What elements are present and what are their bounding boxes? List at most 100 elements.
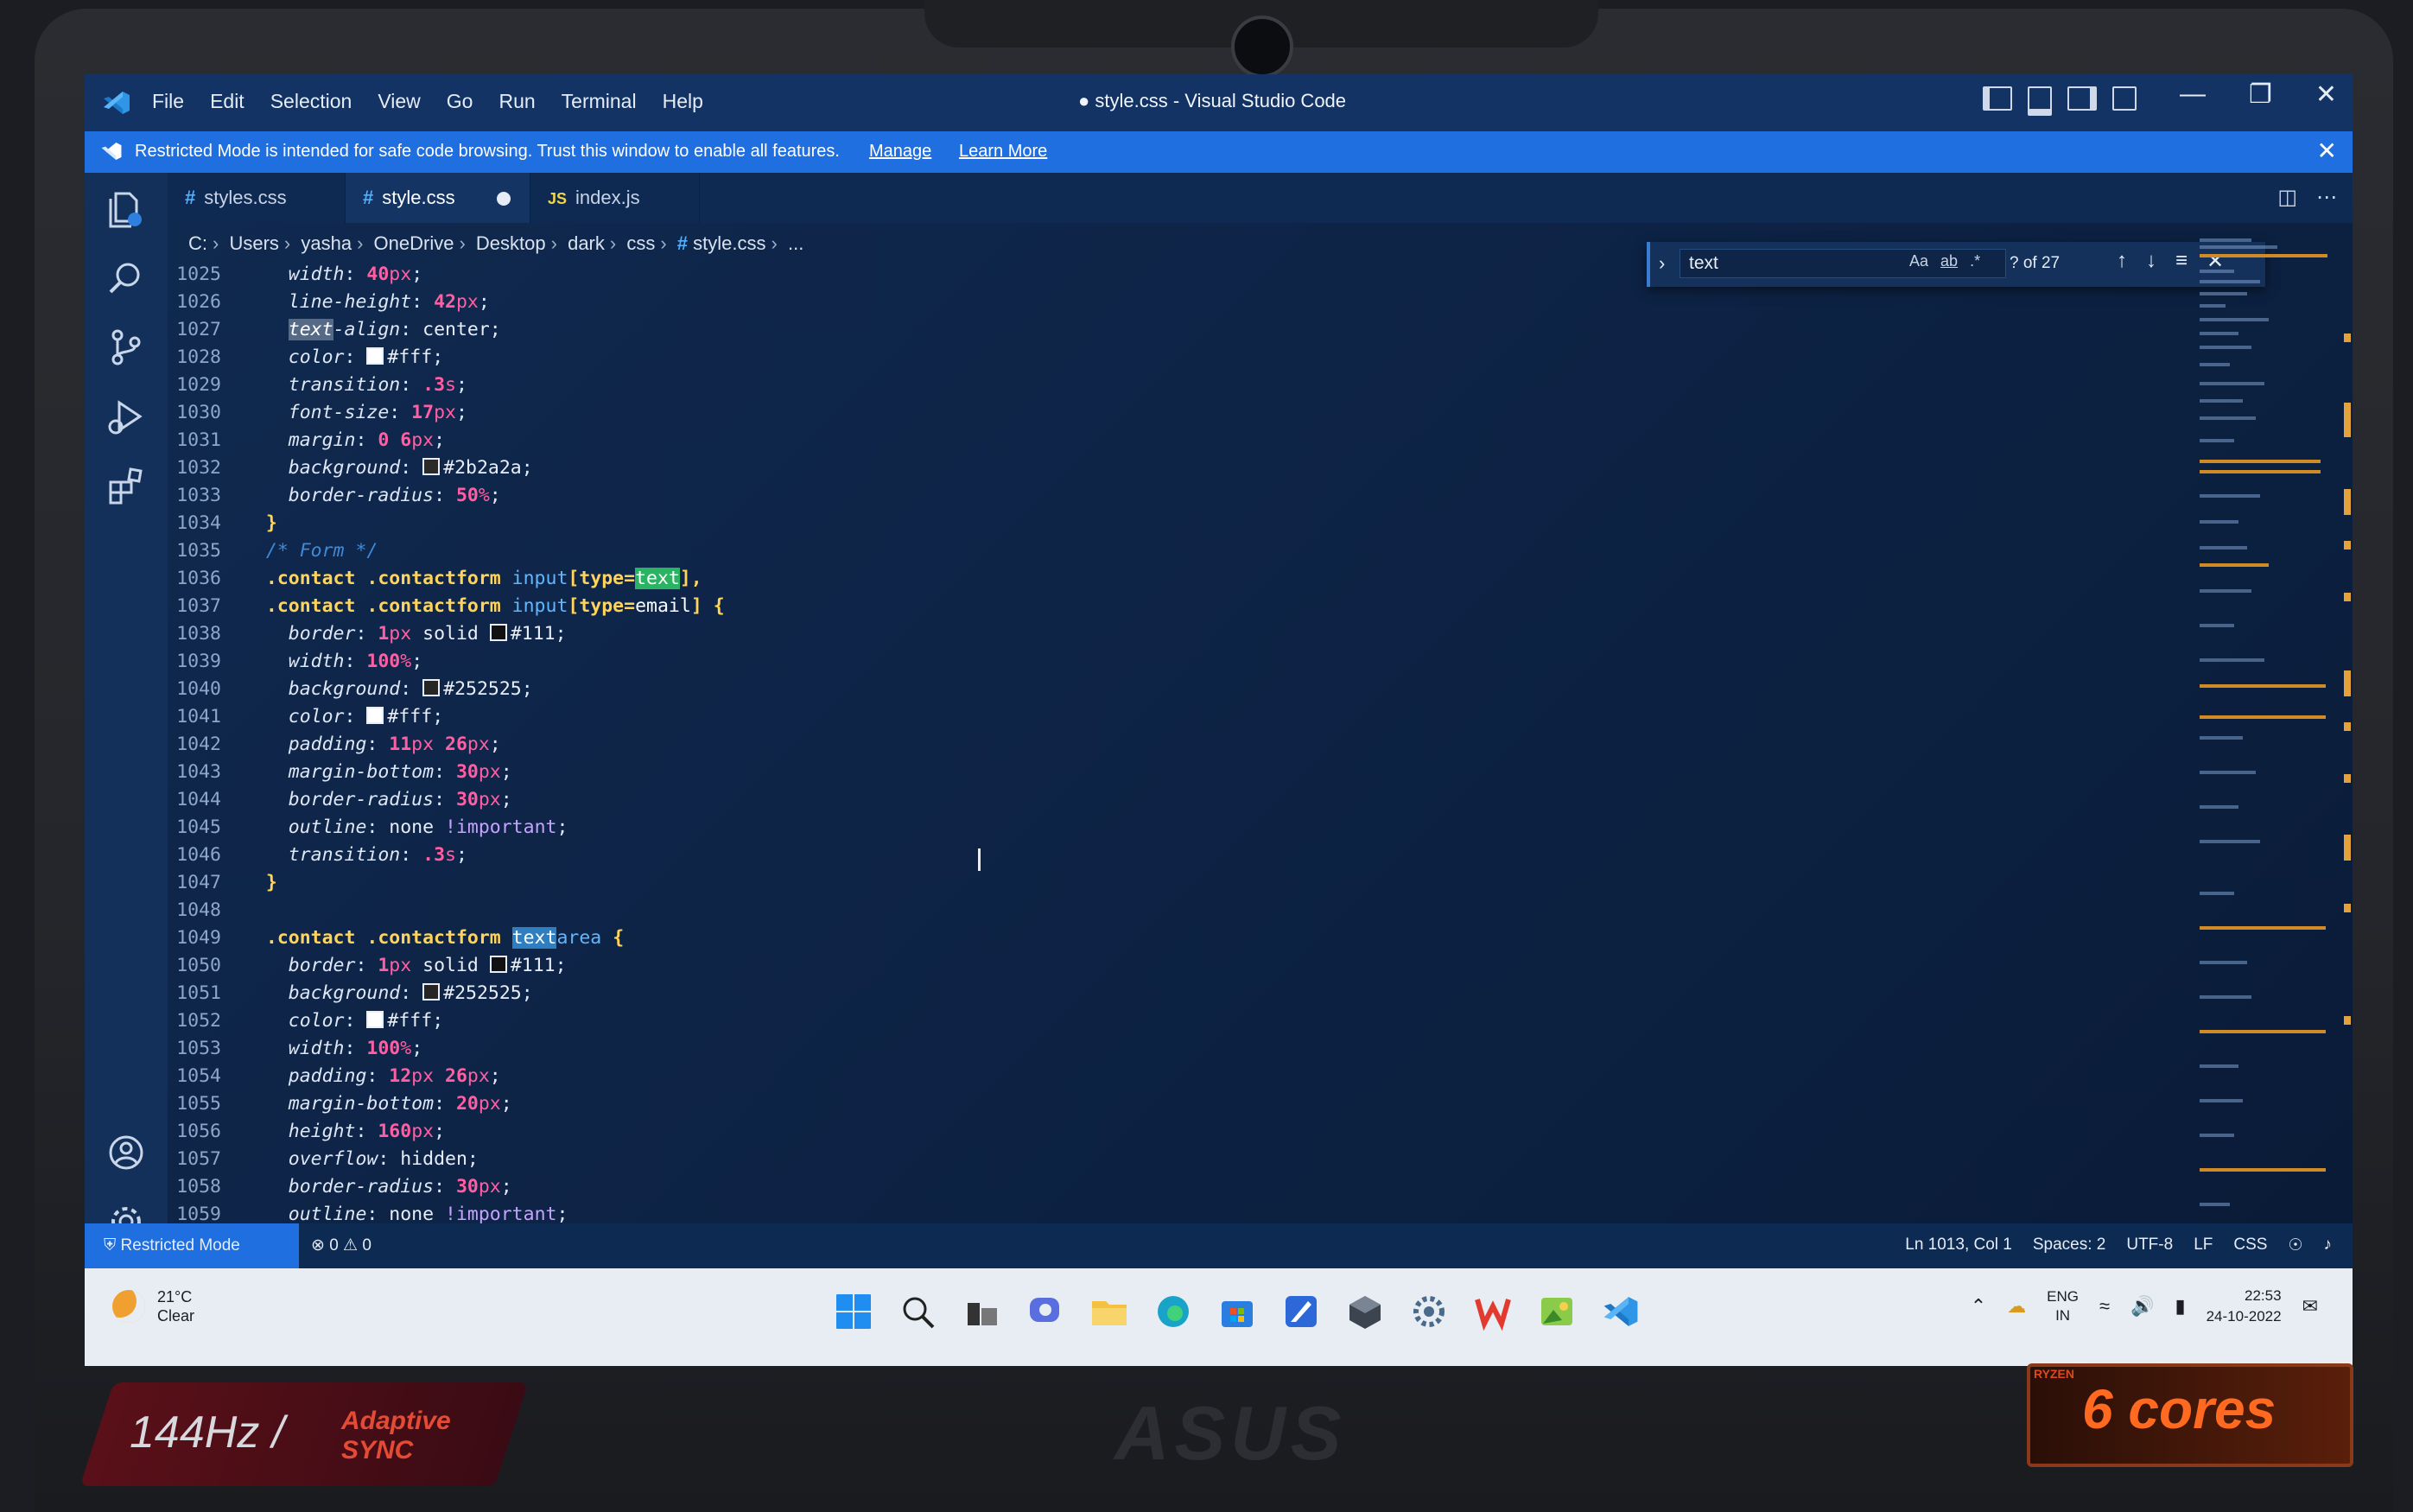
split-editor-icon[interactable]: ◫: [2277, 185, 2297, 209]
code-line[interactable]: 1025 width: 40px;: [168, 261, 422, 289]
clock[interactable]: 22:53 24-10-2022: [2207, 1286, 2282, 1327]
code-line[interactable]: 1028 color: #fff;: [168, 344, 443, 372]
menu-edit[interactable]: Edit: [210, 90, 244, 113]
menu-file[interactable]: File: [152, 90, 184, 113]
breadcrumb-item[interactable]: ...: [788, 232, 803, 254]
app-icon[interactable]: [1282, 1293, 1320, 1331]
problems-indicator[interactable]: ⊗ 0 ⚠ 0: [311, 1236, 371, 1255]
code-line[interactable]: 1032 background: #2b2a2a;: [168, 454, 532, 482]
volume-icon[interactable]: 🔊: [2130, 1295, 2154, 1318]
find-in-selection-icon[interactable]: ≡: [2175, 249, 2188, 274]
accounts-icon[interactable]: [105, 1132, 147, 1173]
code-line[interactable]: 1041 color: #fff;: [168, 703, 443, 731]
toggle-replace-icon[interactable]: ›: [1659, 252, 1665, 275]
breadcrumb-item[interactable]: yasha: [301, 232, 352, 254]
edge-browser-icon[interactable]: [1154, 1293, 1192, 1331]
breadcrumb-item[interactable]: dark: [568, 232, 605, 254]
breadcrumb-item[interactable]: Desktop: [476, 232, 546, 254]
code-line[interactable]: 1054 padding: 12px 26px;: [168, 1063, 501, 1090]
menu-terminal[interactable]: Terminal: [562, 90, 637, 113]
unsaved-dot-icon[interactable]: [497, 192, 511, 206]
wps-office-icon[interactable]: [1474, 1293, 1512, 1331]
code-line[interactable]: 1046 transition: .3s;: [168, 842, 467, 869]
notification-center-icon[interactable]: ✉: [2302, 1295, 2318, 1318]
code-line[interactable]: 1056 height: 160px;: [168, 1118, 445, 1146]
code-line[interactable]: 1039 width: 100%;: [168, 648, 422, 676]
code-line[interactable]: 1033 border-radius: 50%;: [168, 482, 501, 510]
chat-icon[interactable]: [1026, 1293, 1064, 1331]
previous-match-icon[interactable]: ↑: [2117, 249, 2127, 274]
code-editor[interactable]: 1025 width: 40px; 1026 line-height: 42px…: [168, 261, 2155, 1272]
restore-icon[interactable]: ❐: [2249, 79, 2272, 110]
toggle-panel-icon[interactable]: [2028, 86, 2052, 116]
show-hidden-icons-icon[interactable]: ⌃: [1971, 1295, 1986, 1318]
breadcrumb-item[interactable]: OneDrive: [374, 232, 454, 254]
feedback-icon[interactable]: ☉: [2288, 1236, 2302, 1255]
wifi-icon[interactable]: ≈: [2099, 1295, 2110, 1318]
color-swatch[interactable]: [422, 679, 441, 696]
menu-run[interactable]: Run: [498, 90, 535, 113]
learn-more-link[interactable]: Learn More: [959, 142, 1047, 162]
minimap[interactable]: [2200, 235, 2329, 1272]
tab-style-css[interactable]: # style.css: [346, 173, 530, 223]
input-language[interactable]: ENG IN: [2047, 1287, 2079, 1325]
more-actions-icon[interactable]: ⋯: [2316, 185, 2337, 209]
explorer-icon[interactable]: [105, 188, 147, 230]
code-line[interactable]: 1044 border-radius: 30px;: [168, 786, 511, 814]
minimize-icon[interactable]: —: [2180, 79, 2206, 110]
match-case-icon[interactable]: Aa: [1909, 252, 1928, 270]
code-line[interactable]: 1053 width: 100%;: [168, 1035, 422, 1063]
code-line[interactable]: 1049 .contact .contactform textarea {: [168, 924, 624, 952]
code-line[interactable]: 1027 text-align: center;: [168, 316, 501, 344]
encoding[interactable]: UTF-8: [2126, 1236, 2173, 1255]
battery-icon[interactable]: ▮: [2175, 1295, 2185, 1318]
tab-index-js[interactable]: JS index.js: [530, 173, 700, 223]
windows-start-icon[interactable]: [835, 1293, 873, 1331]
code-line[interactable]: 1045 outline: none !important;: [168, 814, 568, 842]
menu-view[interactable]: View: [378, 90, 420, 113]
manage-link[interactable]: Manage: [869, 142, 931, 162]
code-line[interactable]: 1052 color: #fff;: [168, 1007, 443, 1035]
code-line[interactable]: 1051 background: #252525;: [168, 980, 532, 1007]
next-match-icon[interactable]: ↓: [2146, 249, 2156, 274]
end-of-line[interactable]: LF: [2194, 1236, 2213, 1255]
code-line[interactable]: 1055 margin-bottom: 20px;: [168, 1090, 511, 1118]
match-whole-word-icon[interactable]: ab: [1940, 252, 1958, 270]
breadcrumb-item[interactable]: C:: [188, 232, 207, 254]
weather-widget[interactable]: 21°C Clear: [112, 1287, 194, 1325]
app-cube-icon[interactable]: [1346, 1293, 1384, 1331]
color-swatch[interactable]: [366, 1011, 384, 1028]
taskbar-search-icon[interactable]: [899, 1293, 937, 1331]
microsoft-store-icon[interactable]: [1218, 1293, 1256, 1331]
extensions-icon[interactable]: [105, 465, 147, 506]
vscode-taskbar-icon[interactable]: [1602, 1293, 1640, 1331]
breadcrumb-item[interactable]: style.css: [693, 232, 765, 254]
cursor-position[interactable]: Ln 1013, Col 1: [1905, 1236, 2012, 1255]
close-banner-icon[interactable]: ✕: [2317, 137, 2337, 165]
regex-icon[interactable]: .*: [1970, 252, 1980, 270]
run-debug-icon[interactable]: [105, 396, 147, 437]
code-line[interactable]: 1030 font-size: 17px;: [168, 399, 467, 427]
menu-selection[interactable]: Selection: [270, 90, 352, 113]
menu-help[interactable]: Help: [663, 90, 703, 113]
code-line[interactable]: 1026 line-height: 42px;: [168, 289, 490, 316]
file-explorer-icon[interactable]: [1090, 1293, 1128, 1331]
color-swatch[interactable]: [489, 624, 507, 641]
code-line[interactable]: 1029 transition: .3s;: [168, 372, 467, 399]
search-icon[interactable]: [105, 257, 147, 299]
breadcrumb-item[interactable]: Users: [229, 232, 278, 254]
code-line[interactable]: 1034 }: [168, 510, 277, 537]
settings-app-icon[interactable]: [1410, 1293, 1448, 1331]
color-swatch[interactable]: [489, 956, 507, 973]
language-mode[interactable]: CSS: [2233, 1236, 2267, 1255]
code-line[interactable]: 1035 /* Form */: [168, 537, 378, 565]
code-line[interactable]: 1031 margin: 0 6px;: [168, 427, 445, 454]
onedrive-cloud-icon[interactable]: ☁: [2007, 1295, 2026, 1318]
menu-go[interactable]: Go: [447, 90, 473, 113]
close-window-icon[interactable]: ✕: [2315, 79, 2337, 110]
task-view-icon[interactable]: [962, 1293, 1000, 1331]
code-line[interactable]: 1038 border: 1px solid #111;: [168, 620, 566, 648]
color-swatch[interactable]: [366, 707, 384, 724]
tab-styles-css[interactable]: # styles.css: [168, 173, 346, 223]
source-control-icon[interactable]: [105, 327, 147, 368]
